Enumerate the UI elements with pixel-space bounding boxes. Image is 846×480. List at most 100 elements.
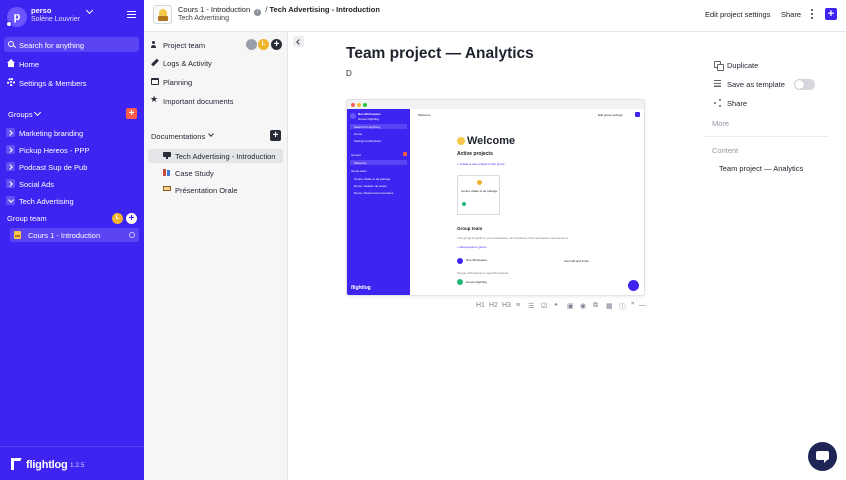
people-icon <box>151 41 159 48</box>
panel-item-important-documents[interactable]: Important documents <box>150 94 286 108</box>
project-thumbnail[interactable] <box>153 5 172 24</box>
sidebar-project-active[interactable]: Cours 1 - Introduction <box>10 228 139 242</box>
info-block-button[interactable]: ⓘ <box>619 302 626 312</box>
screenshot-text: Neo Workspace <box>358 112 381 116</box>
add-group-button[interactable]: + <box>126 108 137 119</box>
sidebar-group-item[interactable]: Social Ads <box>4 176 139 191</box>
screenshot-text: Welcome <box>418 113 431 117</box>
sidebar-item-home[interactable]: Home <box>4 56 139 71</box>
sidebar-group-item-expanded[interactable]: Tech Advertising <box>4 193 139 208</box>
document-label: Tech Advertising - Introduction <box>175 152 276 161</box>
screenshot-project-card: Centre d'aide et de partage <box>457 175 500 215</box>
screenshot-status-dot <box>462 202 466 206</box>
avatar[interactable]: L <box>258 39 269 50</box>
divider-button[interactable]: — <box>639 302 646 309</box>
screenshot-text: Gnoss Flightlog <box>358 117 379 121</box>
document-item-active[interactable]: Tech Advertising - Introduction <box>148 149 283 163</box>
screenshot-text: This group is public to your workspace. … <box>457 236 569 240</box>
sidebar-group-item[interactable]: Pickup Hereos - PPP <box>4 142 139 157</box>
checklist-button[interactable]: ☑ <box>541 302 547 310</box>
add-document-button[interactable]: + <box>270 130 281 141</box>
create-button[interactable]: + <box>825 8 837 20</box>
quote-mark-button[interactable]: ” <box>631 302 635 309</box>
screenshot-text: + Add people to group <box>457 245 487 249</box>
sidebar-search[interactable]: Search for anything <box>4 37 139 52</box>
panel-item-logs[interactable]: Logs & Activity <box>150 56 286 70</box>
heading-1-button[interactable]: H1 <box>476 302 485 309</box>
screenshot-window-bar <box>347 100 644 109</box>
avatar[interactable] <box>246 39 257 50</box>
info-icon[interactable]: i <box>254 9 262 16</box>
books-icon <box>163 169 171 176</box>
documentations-heading[interactable]: Documentations <box>151 132 205 141</box>
document-label: Case Study <box>175 169 214 178</box>
duplicate-button[interactable]: Duplicate <box>712 58 822 72</box>
chat-support-icon[interactable] <box>808 442 837 471</box>
share-button[interactable]: Share <box>781 10 801 19</box>
chevron-right-icon[interactable] <box>6 145 15 154</box>
groups-heading[interactable]: Groups <box>8 110 33 119</box>
sidebar-footer: flightlog 1.2.5 <box>0 446 144 480</box>
collapse-panel-button[interactable] <box>293 36 304 47</box>
share-document-button[interactable]: Share <box>712 96 822 110</box>
sidebar-group-item[interactable]: Marketing branding <box>4 125 139 140</box>
screenshot-text: + Create a new project in this group <box>457 162 505 166</box>
link-button[interactable]: ⧉ <box>593 302 598 310</box>
quote-button[interactable]: ❝ <box>554 302 558 310</box>
group-team-row[interactable]: Group team L + <box>7 213 139 225</box>
avatar <box>350 113 356 119</box>
heading-3-button[interactable]: H3 <box>502 302 511 309</box>
avatar[interactable]: L <box>112 213 123 224</box>
outline-item[interactable]: Team project — Analytics <box>719 164 803 173</box>
document-label: Présentation Orale <box>175 186 238 195</box>
image-button[interactable]: ▣ <box>567 302 574 310</box>
screenshot-text: People with access to specific projects <box>457 271 509 275</box>
screenshot-text: Centre d'aide et de partage <box>354 177 391 181</box>
document-item[interactable]: Case Study <box>148 166 283 180</box>
embedded-screenshot[interactable]: Neo Workspace Gnoss Flightlog Search for… <box>346 99 645 296</box>
save-as-template-toggle[interactable] <box>794 79 815 90</box>
bullet-list-button[interactable]: ≡ <box>516 302 520 309</box>
chevron-right-icon[interactable] <box>6 162 15 171</box>
chevron-right-icon[interactable] <box>6 128 15 137</box>
breadcrumb-project[interactable]: Cours 1 - Introduction <box>178 5 250 14</box>
screenshot-text: Home <box>354 132 363 136</box>
search-icon <box>8 41 15 48</box>
online-status-dot <box>6 21 12 27</box>
more-options-icon[interactable] <box>811 9 814 20</box>
more-options-link[interactable]: More <box>712 119 729 128</box>
chevron-down-icon[interactable] <box>208 131 214 137</box>
project-panel: Project team L + Logs & Activity Plannin… <box>144 32 288 480</box>
chevron-down-icon[interactable] <box>6 196 15 205</box>
flightlog-logo-icon <box>11 458 22 470</box>
screenshot-card-icon <box>477 180 482 185</box>
numbered-list-button[interactable]: ☰ <box>528 302 534 310</box>
settings-icon[interactable] <box>129 232 135 238</box>
table-button[interactable]: ▦ <box>606 302 613 310</box>
add-team-member-button[interactable]: + <box>271 39 282 50</box>
panel-item-label: Logs & Activity <box>163 59 212 68</box>
edit-project-settings-button[interactable]: Edit project settings <box>705 10 770 19</box>
group-label: Social Ads <box>19 180 55 189</box>
embed-button[interactable]: ◉ <box>580 302 586 310</box>
document-title[interactable]: Team project — Analytics <box>346 45 534 63</box>
panel-item-planning[interactable]: Planning <box>150 75 286 89</box>
heading-2-button[interactable]: H2 <box>489 302 498 309</box>
workspace-switcher[interactable]: p perso Solène Louvrier <box>6 5 139 29</box>
breadcrumb-group[interactable]: Tech Advertising <box>178 15 229 22</box>
chevron-right-icon[interactable] <box>6 179 15 188</box>
add-member-button[interactable]: + <box>126 213 137 224</box>
hamburger-menu-icon[interactable] <box>127 11 136 18</box>
document-body[interactable]: D <box>346 69 352 78</box>
screenshot-text: Demo, Gestion de projet <box>354 184 387 188</box>
app-version: 1.2.5 <box>70 462 85 469</box>
sidebar-item-label: Home <box>19 60 40 69</box>
duplicate-icon <box>714 61 724 71</box>
chevron-down-icon[interactable] <box>33 108 42 117</box>
workspace-avatar: p <box>6 7 27 27</box>
project-label: Cours 1 - Introduction <box>28 231 101 240</box>
sidebar-group-item[interactable]: Podcast Sup de Pub <box>4 159 139 174</box>
sidebar-item-settings[interactable]: Settings & Members <box>4 75 139 90</box>
chevron-down-icon[interactable] <box>85 6 94 15</box>
document-item[interactable]: Présentation Orale <box>148 183 283 197</box>
